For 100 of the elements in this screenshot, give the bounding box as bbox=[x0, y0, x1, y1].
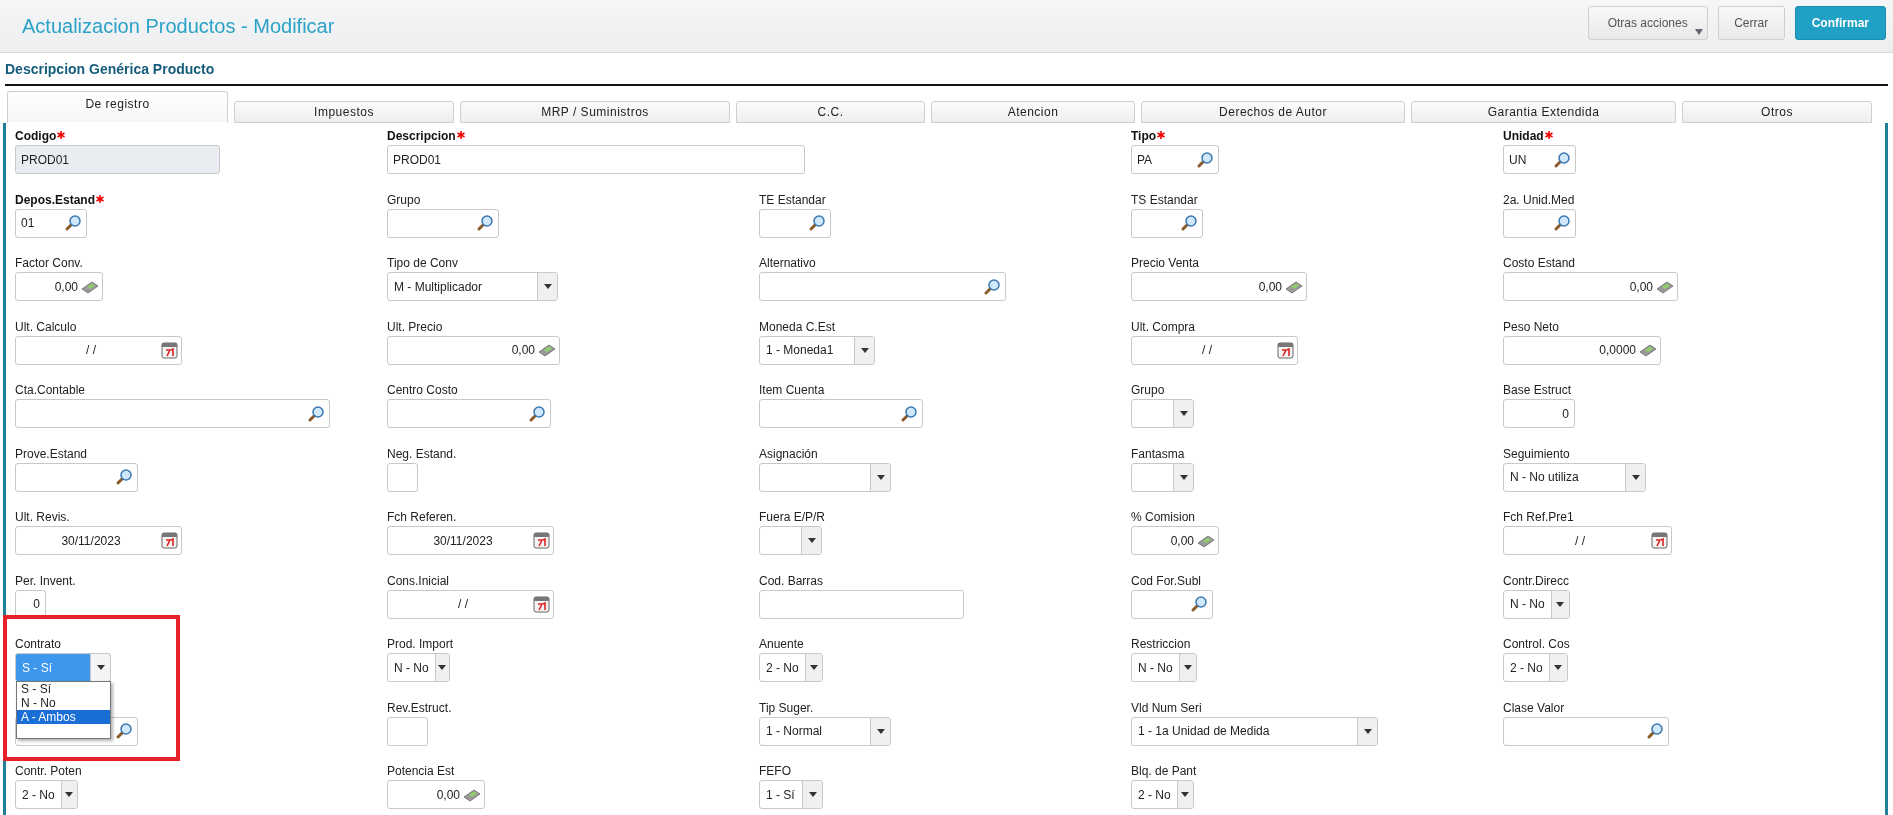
amount-field[interactable]: 0,00 bbox=[1131, 526, 1219, 555]
search-icon[interactable] bbox=[476, 214, 494, 232]
dropdown-select[interactable]: N - No bbox=[1503, 589, 1570, 619]
tab[interactable]: Impuestos bbox=[234, 101, 454, 123]
caret-icon bbox=[876, 728, 885, 734]
required-mark-icon bbox=[96, 194, 104, 203]
action-button[interactable]: Cerrar bbox=[1717, 5, 1785, 40]
search-icon[interactable] bbox=[307, 404, 325, 423]
field-label: Prod. Import bbox=[387, 637, 454, 651]
date-field[interactable]: 30/11/2023 bbox=[387, 526, 554, 555]
date-field[interactable]: 30/11/2023 bbox=[15, 526, 182, 555]
caret-icon bbox=[860, 347, 869, 353]
field-label: TE Estandar bbox=[759, 192, 826, 207]
dropdown-option[interactable]: S - Sí bbox=[17, 682, 110, 696]
calendar-icon[interactable] bbox=[1651, 532, 1668, 549]
dropdown-select[interactable]: 1 - Moneda1 bbox=[759, 335, 875, 365]
tab[interactable]: Atencion bbox=[931, 101, 1135, 123]
lookup-field[interactable] bbox=[1131, 208, 1203, 238]
lookup-field[interactable] bbox=[1503, 208, 1576, 238]
lookup-field[interactable] bbox=[1131, 589, 1213, 619]
dropdown-option[interactable]: N - No bbox=[17, 696, 110, 710]
dropdown-select[interactable]: 2 - No bbox=[759, 653, 823, 682]
lookup-field[interactable]: 01 bbox=[15, 208, 87, 238]
field-label: Ult. Revis. bbox=[15, 510, 70, 524]
calendar-icon[interactable] bbox=[1277, 341, 1294, 359]
calculator-icon[interactable] bbox=[463, 787, 481, 802]
tab[interactable]: De registro bbox=[7, 91, 228, 123]
input-field[interactable]: PROD01 bbox=[387, 145, 805, 174]
search-icon[interactable] bbox=[115, 722, 133, 740]
lookup-field[interactable] bbox=[1503, 716, 1669, 746]
dropdown-select[interactable]: 1 - Normal bbox=[759, 716, 891, 746]
amount-field[interactable]: 0,00 bbox=[387, 335, 560, 365]
search-icon[interactable] bbox=[1553, 214, 1571, 232]
search-icon[interactable] bbox=[1180, 214, 1198, 232]
tab[interactable]: MRP / Suministros bbox=[460, 101, 730, 123]
search-icon[interactable] bbox=[983, 277, 1001, 296]
lookup-field[interactable] bbox=[15, 462, 138, 492]
amount-field[interactable]: 0,0000 bbox=[1503, 335, 1661, 365]
amount-field[interactable]: 0,00 bbox=[15, 272, 103, 301]
input-field[interactable] bbox=[759, 589, 964, 619]
calculator-icon[interactable] bbox=[1656, 279, 1674, 294]
calendar-icon[interactable] bbox=[161, 341, 178, 359]
date-field[interactable]: / / bbox=[1503, 526, 1672, 555]
dropdown-select[interactable]: N - No utiliza bbox=[1503, 462, 1646, 492]
calendar-icon[interactable] bbox=[533, 532, 550, 549]
dropdown-select[interactable]: 2 - No bbox=[1131, 780, 1194, 809]
caret-icon bbox=[1694, 28, 1703, 35]
date-field[interactable]: / / bbox=[1131, 335, 1298, 365]
calculator-icon[interactable] bbox=[1197, 533, 1215, 548]
search-icon[interactable] bbox=[115, 468, 133, 486]
tab[interactable]: Otros bbox=[1682, 101, 1872, 123]
dropdown-option[interactable]: A - Ambos bbox=[17, 710, 110, 724]
search-icon[interactable] bbox=[1553, 150, 1571, 169]
dropdown-select[interactable]: M - Multiplicador bbox=[387, 272, 558, 301]
input-field[interactable] bbox=[387, 462, 418, 492]
tab[interactable]: Garantia Extendida bbox=[1411, 101, 1676, 123]
calculator-icon[interactable] bbox=[1285, 279, 1303, 294]
input-field[interactable]: PROD01 bbox=[15, 145, 220, 174]
tab[interactable]: Derechos de Autor bbox=[1141, 101, 1405, 123]
dropdown-select[interactable]: 2 - No bbox=[1503, 653, 1568, 682]
dropdown-select[interactable]: N - No bbox=[387, 653, 450, 682]
calculator-icon[interactable] bbox=[81, 279, 99, 294]
search-icon[interactable] bbox=[1190, 595, 1208, 613]
calendar-icon[interactable] bbox=[161, 532, 178, 549]
field-label: Blq. de Pant bbox=[1131, 764, 1197, 778]
lookup-field[interactable]: PA bbox=[1131, 145, 1219, 174]
tab[interactable]: C.C. bbox=[736, 101, 925, 123]
caret-icon bbox=[543, 284, 552, 289]
search-icon[interactable] bbox=[1196, 150, 1214, 169]
search-icon[interactable] bbox=[808, 214, 826, 232]
dropdown-select[interactable]: 1 - Sí bbox=[759, 780, 823, 809]
lookup-field[interactable] bbox=[387, 208, 499, 238]
input-field[interactable]: 0 bbox=[1503, 399, 1575, 428]
search-icon[interactable] bbox=[528, 404, 546, 423]
amount-field[interactable]: 0,00 bbox=[387, 780, 485, 809]
search-icon[interactable] bbox=[1646, 722, 1664, 740]
field-label: Control. Cos bbox=[1503, 637, 1570, 651]
lookup-field[interactable] bbox=[759, 272, 1006, 301]
amount-field[interactable]: 0,00 bbox=[1503, 272, 1678, 301]
dropdown-select[interactable]: 1 - 1a Unidad de Medida bbox=[1131, 716, 1378, 746]
date-field[interactable]: / / bbox=[387, 589, 554, 619]
date-field[interactable]: / / bbox=[15, 335, 182, 365]
lookup-field[interactable]: UN bbox=[1503, 145, 1576, 174]
calculator-icon[interactable] bbox=[538, 343, 556, 357]
input-field[interactable] bbox=[387, 716, 428, 746]
field-label: Tipo de Conv bbox=[387, 256, 458, 270]
dropdown-select[interactable]: 2 - No bbox=[15, 780, 78, 809]
lookup-field[interactable] bbox=[759, 208, 831, 238]
lookup-field[interactable] bbox=[15, 399, 330, 428]
search-icon[interactable] bbox=[900, 404, 918, 423]
amount-field[interactable]: 0,00 bbox=[1131, 272, 1307, 301]
lookup-field[interactable] bbox=[759, 399, 923, 428]
field-label: Contrato bbox=[15, 637, 62, 651]
action-button[interactable]: Otras acciones bbox=[1587, 5, 1708, 40]
field-label: Ult. Calculo bbox=[15, 319, 77, 334]
search-icon[interactable] bbox=[64, 214, 82, 232]
dropdown-select[interactable]: N - No bbox=[1131, 653, 1197, 682]
calculator-icon[interactable] bbox=[1639, 343, 1657, 357]
calendar-icon[interactable] bbox=[533, 595, 550, 613]
lookup-field[interactable] bbox=[387, 399, 551, 428]
